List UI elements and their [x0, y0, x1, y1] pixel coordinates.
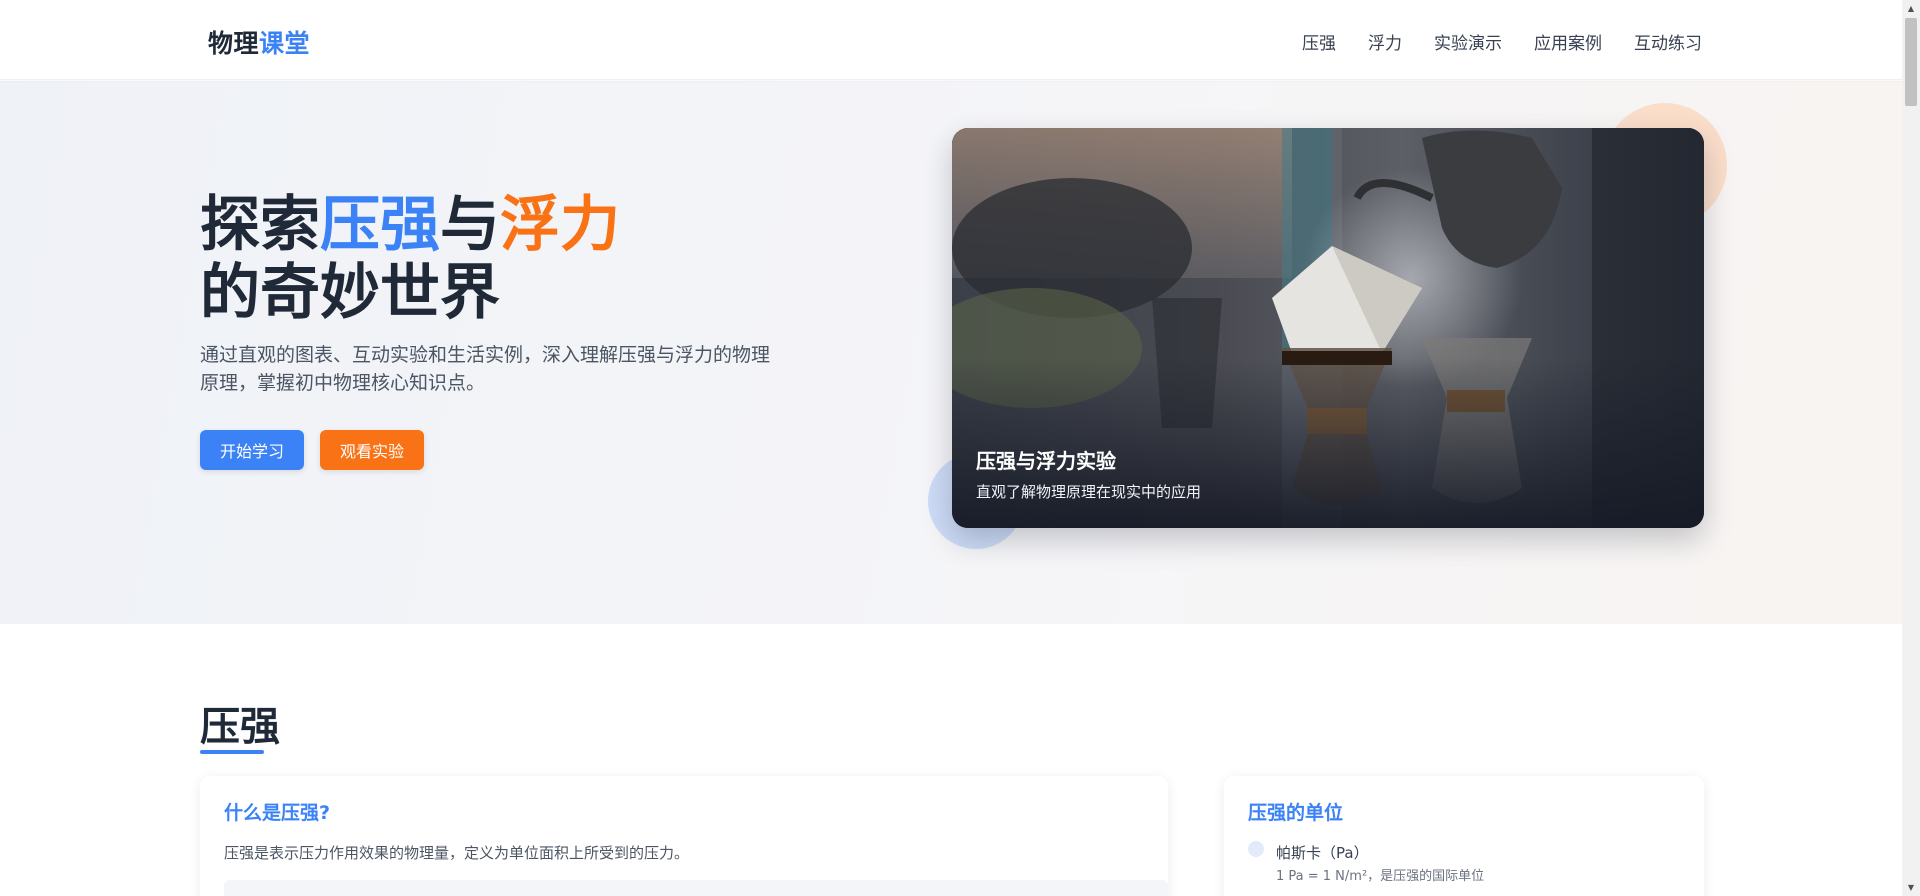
section-title: 压强: [200, 704, 280, 750]
hero-title-part1: 探索: [200, 190, 320, 260]
nav-link-applications[interactable]: 应用案例: [1534, 29, 1602, 54]
scroll-up-arrow-icon[interactable]: ▲: [1902, 0, 1920, 17]
bullet-icon: [1248, 841, 1264, 857]
nav-link-practice[interactable]: 互动练习: [1634, 29, 1702, 54]
hero-title: 探索压强与浮力 的奇妙世界: [200, 191, 620, 327]
hero-title-part2: 与: [440, 190, 500, 260]
definition-card: 什么是压强? 压强是表示压力作用效果的物理量，定义为单位面积上所受到的压力。: [200, 776, 1168, 896]
hero-title-line2: 的奇妙世界: [200, 258, 500, 328]
units-card: 压强的单位 帕斯卡（Pa） 1 Pa = 1 N/m²，是压强的国际单位: [1224, 776, 1704, 896]
hero-section: 探索压强与浮力 的奇妙世界 通过直观的图表、互动实验和生活实例，深入理解压强与浮…: [0, 81, 1902, 624]
card-subtitle: 直观了解物理原理在现实中的应用: [976, 483, 1202, 501]
definition-text: 压强是表示压力作用效果的物理量，定义为单位面积上所受到的压力。: [224, 844, 690, 862]
logo-main-text: 物理: [208, 29, 260, 58]
nav-link-pressure[interactable]: 压强: [1302, 29, 1336, 54]
unit-name: 帕斯卡（Pa）: [1276, 844, 1369, 862]
section-underline: [200, 750, 264, 754]
site-header: 物理课堂 压强 浮力 实验演示 应用案例 互动练习: [0, 0, 1902, 80]
nav-link-experiments[interactable]: 实验演示: [1434, 29, 1502, 54]
hero-image-card[interactable]: 压强与浮力实验 直观了解物理原理在现实中的应用: [952, 128, 1704, 528]
definition-heading: 什么是压强?: [224, 802, 331, 824]
hero-title-highlight-buoyancy: 浮力: [500, 190, 620, 260]
hero-title-highlight-pressure: 压强: [320, 190, 440, 260]
nav-link-buoyancy[interactable]: 浮力: [1368, 29, 1402, 54]
logo-accent-text: 课堂: [259, 29, 311, 58]
scrollbar-thumb[interactable]: [1905, 18, 1917, 106]
site-logo[interactable]: 物理课堂: [208, 24, 310, 60]
page-scrollbar[interactable]: ▲ ▼: [1902, 0, 1920, 896]
card-title: 压强与浮力实验: [976, 449, 1116, 473]
watch-experiment-button[interactable]: 观看实验: [320, 430, 424, 470]
scroll-down-arrow-icon[interactable]: ▼: [1902, 879, 1920, 896]
hero-description: 通过直观的图表、互动实验和生活实例，深入理解压强与浮力的物理原理，掌握初中物理核…: [200, 344, 771, 394]
formula-box: [224, 880, 1168, 896]
unit-description: 1 Pa = 1 N/m²，是压强的国际单位: [1276, 869, 1485, 884]
start-learning-button[interactable]: 开始学习: [200, 430, 304, 470]
main-nav: 压强 浮力 实验演示 应用案例 互动练习: [1302, 29, 1702, 54]
units-heading: 压强的单位: [1248, 802, 1344, 824]
card-overlay: [952, 358, 1704, 528]
